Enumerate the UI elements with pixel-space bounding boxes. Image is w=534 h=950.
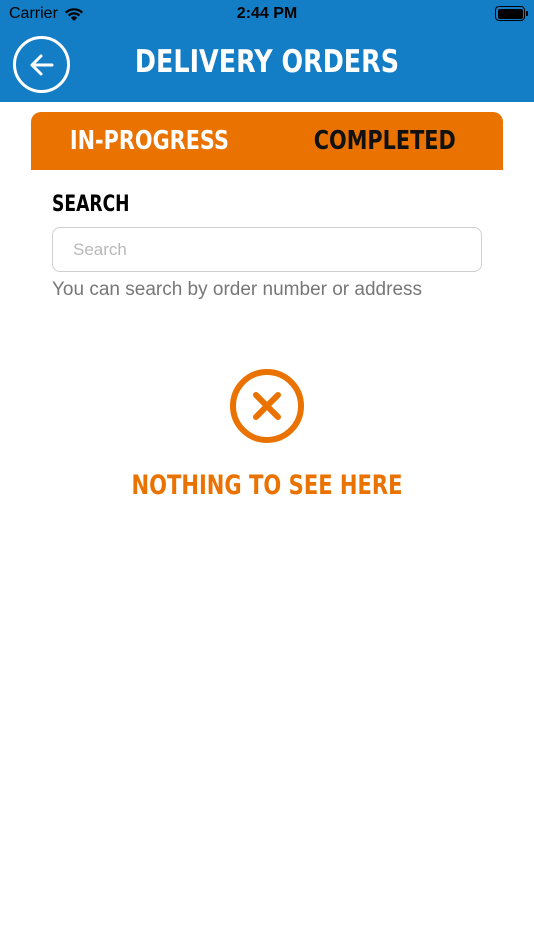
search-input[interactable]: [52, 227, 482, 272]
app-header: Carrier 2:44 PM DELIVERY ORDERS: [0, 0, 534, 102]
tab-completed-label: COMPLETED: [313, 126, 457, 156]
battery-icon: [495, 6, 528, 21]
search-hint: You can search by order number or addres…: [52, 279, 423, 300]
close-circle-icon: [230, 369, 304, 443]
status-bar: Carrier 2:44 PM: [0, 0, 534, 28]
order-status-tabs: IN-PROGRESS COMPLETED: [31, 112, 503, 170]
tab-completed[interactable]: COMPLETED: [267, 112, 503, 170]
page-title: DELIVERY ORDERS: [134, 44, 400, 80]
status-time: 2:44 PM: [236, 5, 298, 22]
search-label: SEARCH: [52, 192, 130, 217]
tab-in-progress-label: IN-PROGRESS: [69, 126, 229, 156]
tab-in-progress[interactable]: IN-PROGRESS: [31, 112, 267, 170]
empty-state-message: NOTHING TO SEE HERE: [131, 470, 403, 501]
